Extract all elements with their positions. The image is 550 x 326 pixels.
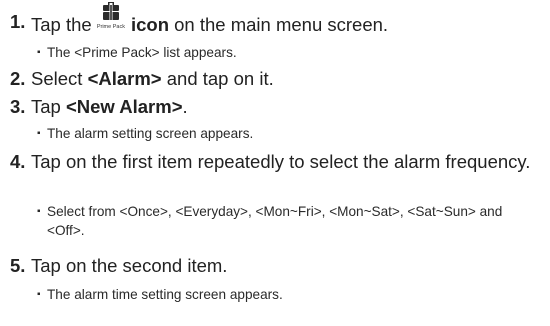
- step-3-note: ▪ The alarm setting screen appears.: [37, 124, 542, 143]
- step-1-note: ▪ The <Prime Pack> list appears.: [37, 43, 542, 62]
- step-5-note: ▪ The alarm time setting screen appears.: [37, 285, 542, 304]
- step-text: Tap on the second item.: [31, 255, 228, 276]
- step-text-before: Select: [31, 68, 88, 89]
- step-4: 4. Tap on the first item repeatedly to s…: [10, 150, 542, 173]
- step-4-note: ▪ Select from <Once>, <Everyday>, <Mon~F…: [37, 202, 542, 240]
- step-text-before: Tap: [31, 96, 66, 117]
- step-text-after: .: [182, 96, 188, 117]
- prime-pack-icon: Prime Pack: [96, 2, 125, 33]
- step-text-bold: <New Alarm>: [65, 96, 183, 117]
- step-2: 2. Select <Alarm> and tap on it.: [10, 67, 542, 90]
- step-number: 3.: [10, 96, 26, 117]
- step-number: 5.: [10, 255, 26, 276]
- step-3: 3. Tap <New Alarm>.: [10, 95, 542, 118]
- note-text: The <Prime Pack> list appears.: [47, 45, 237, 60]
- step-text-bold: <Alarm>: [87, 68, 162, 89]
- bullet: ▪: [37, 128, 41, 139]
- step-text: Select <Alarm> and tap on it.: [31, 67, 542, 90]
- step-text: Tap the Prime Pack icon on the main menu…: [31, 2, 542, 36]
- step-text-before: Tap the: [31, 14, 92, 35]
- step-number: 2.: [10, 68, 26, 89]
- note-text: The alarm setting screen appears.: [47, 126, 254, 141]
- note-text: Select from <Once>, <Everyday>, <Mon~Fri…: [47, 204, 503, 238]
- bullet: ▪: [37, 289, 41, 300]
- step-text: Tap on the first item repeatedly to sele…: [31, 151, 531, 172]
- step-text-after: on the main menu screen.: [169, 14, 389, 35]
- note-text: The alarm time setting screen appears.: [47, 287, 283, 302]
- prime-pack-icon-caption: Prime Pack: [96, 24, 125, 30]
- bullet: ▪: [37, 47, 41, 58]
- step-1: 1. Tap the Prime Pack icon on the main m…: [10, 2, 542, 36]
- step-number: 4.: [10, 151, 26, 172]
- step-text-after: and tap on it.: [161, 68, 274, 89]
- bullet: ▪: [37, 206, 41, 217]
- step-text: Tap <New Alarm>.: [31, 95, 542, 118]
- step-text-bold: icon: [130, 14, 169, 35]
- step-5: 5. Tap on the second item.: [10, 254, 542, 277]
- step-number: 1.: [10, 11, 26, 32]
